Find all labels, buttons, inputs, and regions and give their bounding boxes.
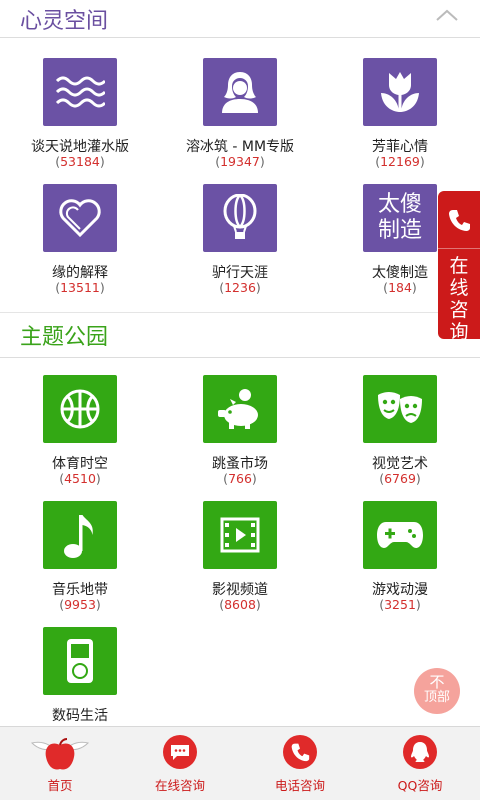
tab-label: QQ咨询 bbox=[397, 778, 443, 793]
forum-name: 驴行天涯 bbox=[212, 265, 268, 281]
online-consult-float[interactable]: 在线咨询 bbox=[438, 191, 480, 343]
forum-count: (53184) bbox=[55, 154, 105, 169]
forum-name: 芳菲心情 bbox=[372, 139, 428, 155]
section-header-xinling[interactable]: 心灵空间 bbox=[0, 0, 480, 38]
back-to-top-button[interactable]: 不 顶部 bbox=[414, 668, 460, 714]
forum-name: 缘的解释 bbox=[52, 265, 108, 281]
piggy-bank-icon bbox=[203, 375, 277, 443]
forum-name: 跳蚤市场 bbox=[212, 456, 268, 472]
top-button-line1: 不 bbox=[429, 673, 445, 691]
forum-count: (19347) bbox=[215, 154, 265, 169]
forum-item[interactable]: 影视频道 (8608) bbox=[160, 501, 320, 621]
qq-icon bbox=[403, 735, 437, 769]
forum-count: (6769) bbox=[379, 471, 421, 486]
text-logo-icon: 太傻制造 bbox=[363, 184, 437, 252]
waves-icon bbox=[43, 58, 117, 126]
forum-name: 视觉艺术 bbox=[372, 456, 428, 472]
forum-item[interactable]: 音乐地带 (9953) bbox=[0, 501, 160, 621]
phone-icon bbox=[283, 735, 317, 769]
tulip-icon bbox=[363, 58, 437, 126]
forum-count: (1236) bbox=[219, 280, 261, 295]
forum-item[interactable]: 游戏动漫 (3251) bbox=[320, 501, 480, 621]
tab-online-consult[interactable]: 在线咨询 bbox=[120, 727, 240, 800]
film-icon bbox=[203, 501, 277, 569]
forum-count: (13511) bbox=[55, 280, 105, 295]
app-screen: 心灵空间 谈天说地灌水版 (53184) 溶冰筑 - MM专版 (19347) … bbox=[0, 0, 480, 800]
section-header-zhuti[interactable]: 主题公园 bbox=[0, 312, 480, 358]
forum-name: 影视频道 bbox=[212, 582, 268, 598]
forum-item[interactable]: 芳菲心情 (12169) bbox=[320, 58, 480, 178]
forum-item[interactable]: 跳蚤市场 (766) bbox=[160, 375, 320, 495]
section-title: 心灵空间 bbox=[20, 8, 109, 34]
gamepad-icon bbox=[363, 501, 437, 569]
tab-qq-consult[interactable]: QQ咨询 bbox=[360, 727, 480, 800]
forum-name: 数码生活 bbox=[52, 708, 108, 724]
chevron-up-icon[interactable] bbox=[434, 6, 460, 24]
hot-air-balloon-icon bbox=[203, 184, 277, 252]
tab-label: 电话咨询 bbox=[274, 778, 325, 793]
forum-name: 音乐地带 bbox=[52, 582, 108, 598]
forum-name: 游戏动漫 bbox=[372, 582, 428, 598]
tab-phone-consult[interactable]: 电话咨询 bbox=[240, 727, 360, 800]
forum-name: 体育时空 bbox=[52, 456, 108, 472]
forum-name: 谈天说地灌水版 bbox=[31, 139, 129, 155]
top-button-line2: 顶部 bbox=[423, 690, 450, 705]
heart-icon bbox=[43, 184, 117, 252]
forum-item[interactable]: 视觉艺术 (6769) bbox=[320, 375, 480, 495]
forum-item[interactable]: 溶冰筑 - MM专版 (19347) bbox=[160, 58, 320, 178]
forum-item[interactable]: 谈天说地灌水版 (53184) bbox=[0, 58, 160, 178]
bottom-tab-bar: 首页 在线咨询 电话咨询 QQ咨询 bbox=[0, 726, 480, 800]
music-note-icon bbox=[43, 501, 117, 569]
tab-home[interactable]: 首页 bbox=[0, 727, 120, 800]
forum-item[interactable]: 驴行天涯 (1236) bbox=[160, 184, 320, 304]
forum-count: (9953) bbox=[59, 597, 101, 612]
forum-count: (3251) bbox=[379, 597, 421, 612]
forum-item[interactable]: 缘的解释 (13511) bbox=[0, 184, 160, 304]
phone-icon bbox=[438, 191, 480, 249]
tab-label: 在线咨询 bbox=[154, 778, 205, 793]
woman-avatar-icon bbox=[203, 58, 277, 126]
forum-count: (12169) bbox=[375, 154, 425, 169]
forum-count: (8608) bbox=[219, 597, 261, 612]
float-tab-label: 在线咨询 bbox=[449, 255, 469, 343]
basketball-icon bbox=[43, 375, 117, 443]
theater-masks-icon bbox=[363, 375, 437, 443]
forum-count: (4510) bbox=[59, 471, 101, 486]
forum-item[interactable]: 体育时空 (4510) bbox=[0, 375, 160, 495]
tab-label: 首页 bbox=[47, 778, 73, 793]
forum-name: 溶冰筑 - MM专版 bbox=[185, 139, 295, 155]
chat-bubble-icon bbox=[163, 735, 197, 769]
forum-count: (766) bbox=[223, 471, 257, 486]
logo-text: 太傻制造 bbox=[377, 192, 422, 243]
apple-wings-icon bbox=[28, 733, 92, 773]
section-title: 主题公园 bbox=[20, 325, 109, 350]
music-player-icon bbox=[43, 627, 117, 695]
